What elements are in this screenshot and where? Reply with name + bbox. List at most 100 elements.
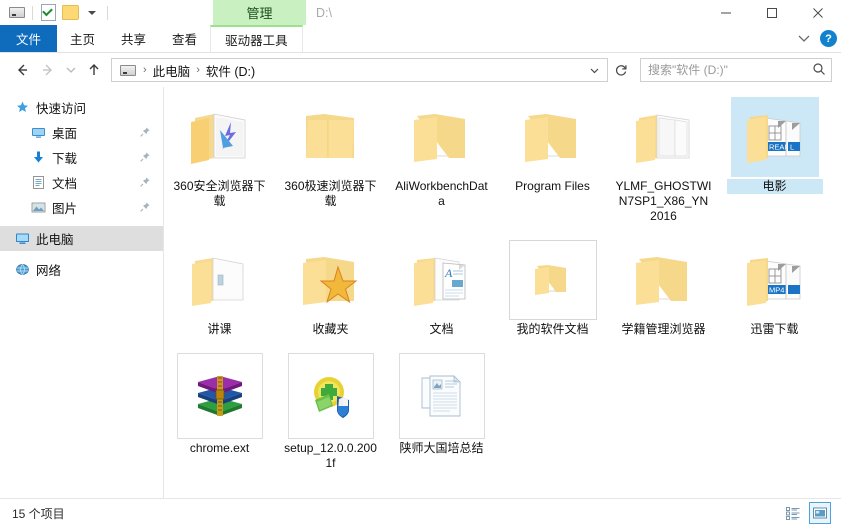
network-icon bbox=[14, 262, 30, 278]
search-box[interactable] bbox=[640, 58, 832, 82]
file-row: chrome.ext setup_12.0.0.2001f 陕师大国培总结 bbox=[164, 347, 841, 471]
winrar-archive-icon bbox=[176, 353, 263, 439]
pin-icon[interactable] bbox=[139, 176, 151, 188]
file-item-documents[interactable]: A 文档 bbox=[386, 234, 497, 337]
sidebar-item-quick-access[interactable]: 快速访问 bbox=[0, 95, 163, 120]
file-item-movies[interactable]: REAL L 电影 bbox=[719, 91, 830, 224]
file-item-thunder-download[interactable]: MP4 迅雷下载 bbox=[719, 234, 830, 337]
sidebar-item-desktop[interactable]: 桌面 bbox=[0, 120, 163, 145]
pin-icon[interactable] bbox=[139, 151, 151, 163]
sidebar-item-label: 快速访问 bbox=[36, 102, 87, 116]
recent-locations-button[interactable] bbox=[61, 57, 81, 83]
details-view-icon[interactable] bbox=[783, 503, 803, 523]
up-button[interactable] bbox=[81, 57, 107, 83]
file-item-report-doc[interactable]: 陕师大国培总结 bbox=[386, 347, 497, 471]
item-count-label: 15 个项目 bbox=[12, 506, 65, 521]
breadcrumb-separator: › bbox=[143, 64, 147, 76]
file-row: 360安全浏览器下载 360极速浏览器下载 AliWorkbenchData P… bbox=[164, 91, 841, 224]
window-controls bbox=[703, 0, 841, 25]
view-mode-buttons bbox=[783, 499, 831, 527]
folder-docs-icon bbox=[398, 97, 486, 177]
sidebar-item-label: 文档 bbox=[52, 177, 78, 191]
maximize-button[interactable] bbox=[749, 0, 795, 25]
file-item-label: 收藏夹 bbox=[312, 322, 349, 336]
chevron-down-icon[interactable] bbox=[81, 2, 103, 24]
back-button[interactable] bbox=[9, 57, 35, 83]
folder-favorites-icon bbox=[287, 240, 375, 320]
file-item-label: 讲课 bbox=[207, 322, 232, 336]
drive-icon bbox=[120, 64, 136, 76]
file-item-360chrome[interactable]: 360极速浏览器下载 bbox=[275, 91, 386, 224]
documents-icon bbox=[30, 175, 46, 191]
breadcrumb-item-drive-d[interactable]: 软件 (D:) bbox=[203, 61, 258, 80]
breadcrumb-separator: › bbox=[196, 64, 200, 76]
file-item-my-software-docs[interactable]: 我的软件文档 bbox=[497, 234, 608, 337]
tab-file[interactable]: 文件 bbox=[0, 25, 58, 52]
toolbar-divider bbox=[32, 5, 33, 20]
minimize-button[interactable] bbox=[703, 0, 749, 25]
sidebar-item-pictures[interactable]: 图片 bbox=[0, 195, 163, 220]
file-item-label: 迅雷下载 bbox=[750, 322, 799, 336]
status-bar: 15 个项目 bbox=[0, 498, 841, 527]
file-item-label: 陕师大国培总结 bbox=[399, 441, 484, 455]
file-item-label: 文档 bbox=[429, 322, 454, 336]
toolbar-divider bbox=[107, 5, 108, 20]
tab-drive-tools[interactable]: 驱动器工具 bbox=[210, 25, 303, 52]
search-input[interactable] bbox=[646, 62, 812, 78]
file-item-aliworkbenchdata[interactable]: AliWorkbenchData bbox=[386, 91, 497, 224]
sidebar-item-documents[interactable]: 文档 bbox=[0, 170, 163, 195]
desktop-icon bbox=[30, 125, 46, 141]
document-file-icon bbox=[398, 353, 485, 439]
pin-icon[interactable] bbox=[139, 126, 151, 138]
properties-icon[interactable] bbox=[37, 2, 59, 24]
file-item-setup[interactable]: setup_12.0.0.2001f bbox=[275, 347, 386, 471]
file-list-pane[interactable]: 360安全浏览器下载 360极速浏览器下载 AliWorkbenchData P… bbox=[164, 87, 841, 498]
file-item-label: 我的软件文档 bbox=[516, 322, 589, 336]
sidebar-item-label: 网络 bbox=[36, 264, 62, 278]
address-bar: › 此电脑 › 软件 (D:) bbox=[0, 53, 841, 87]
large-icons-view-icon[interactable] bbox=[809, 502, 831, 524]
chevron-up-icon[interactable] bbox=[796, 31, 812, 47]
close-button[interactable] bbox=[795, 0, 841, 25]
help-icon[interactable]: ? bbox=[820, 30, 837, 47]
file-item-label: 电影 bbox=[726, 179, 823, 194]
file-item-program-files[interactable]: Program Files bbox=[497, 91, 608, 224]
refresh-button[interactable] bbox=[608, 58, 634, 82]
svg-text:L: L bbox=[790, 143, 794, 152]
sidebar-item-network[interactable]: 网络 bbox=[0, 257, 163, 282]
window-title: D:\ bbox=[316, 5, 332, 20]
file-item-label: 360极速浏览器下载 bbox=[284, 179, 377, 208]
download-icon bbox=[30, 150, 46, 166]
breadcrumb[interactable]: › 此电脑 › 软件 (D:) bbox=[111, 58, 608, 82]
pin-icon[interactable] bbox=[139, 201, 151, 213]
file-item-ylmf-ghost[interactable]: YLMF_GHOSTWIN7SP1_X86_YN2016 bbox=[608, 91, 719, 224]
file-item-label: 360安全浏览器下载 bbox=[173, 179, 266, 208]
ribbon-tab-strip: 文件 主页 共享 查看 驱动器工具 ? bbox=[0, 25, 841, 53]
file-item-label: AliWorkbenchData bbox=[395, 179, 488, 208]
contextual-tab-label: 管理 bbox=[246, 6, 273, 21]
new-folder-icon[interactable] bbox=[59, 2, 81, 24]
folder-white-icon bbox=[620, 97, 708, 177]
folder-plain-icon bbox=[287, 97, 375, 177]
tab-view[interactable]: 查看 bbox=[159, 25, 210, 52]
file-item-360safe[interactable]: 360安全浏览器下载 bbox=[164, 91, 275, 224]
folder-docs-icon bbox=[620, 240, 708, 320]
contextual-tab-header[interactable]: 管理 bbox=[213, 0, 306, 25]
tab-share[interactable]: 共享 bbox=[108, 25, 159, 52]
forward-button[interactable] bbox=[35, 57, 61, 83]
sidebar-item-this-pc[interactable]: 此电脑 bbox=[0, 226, 163, 251]
breadcrumb-item-this-pc[interactable]: 此电脑 bbox=[150, 61, 194, 80]
icon-grid: 360安全浏览器下载 360极速浏览器下载 AliWorkbenchData P… bbox=[164, 87, 841, 471]
chevron-down-icon[interactable] bbox=[585, 65, 603, 76]
star-pin-icon bbox=[14, 100, 30, 116]
sidebar-item-downloads[interactable]: 下载 bbox=[0, 145, 163, 170]
drive-icon[interactable] bbox=[6, 2, 28, 24]
tab-home[interactable]: 主页 bbox=[57, 25, 108, 52]
file-item-lecture[interactable]: 讲课 bbox=[164, 234, 275, 337]
file-item-chrome-ext[interactable]: chrome.ext bbox=[164, 347, 275, 471]
file-item-favorites[interactable]: 收藏夹 bbox=[275, 234, 386, 337]
file-item-label: YLMF_GHOSTWIN7SP1_X86_YN2016 bbox=[615, 179, 712, 223]
folder-mp4-icon: MP4 bbox=[731, 240, 819, 320]
file-item-student-manager[interactable]: 学籍管理浏览器 bbox=[608, 234, 719, 337]
search-icon[interactable] bbox=[812, 62, 826, 79]
